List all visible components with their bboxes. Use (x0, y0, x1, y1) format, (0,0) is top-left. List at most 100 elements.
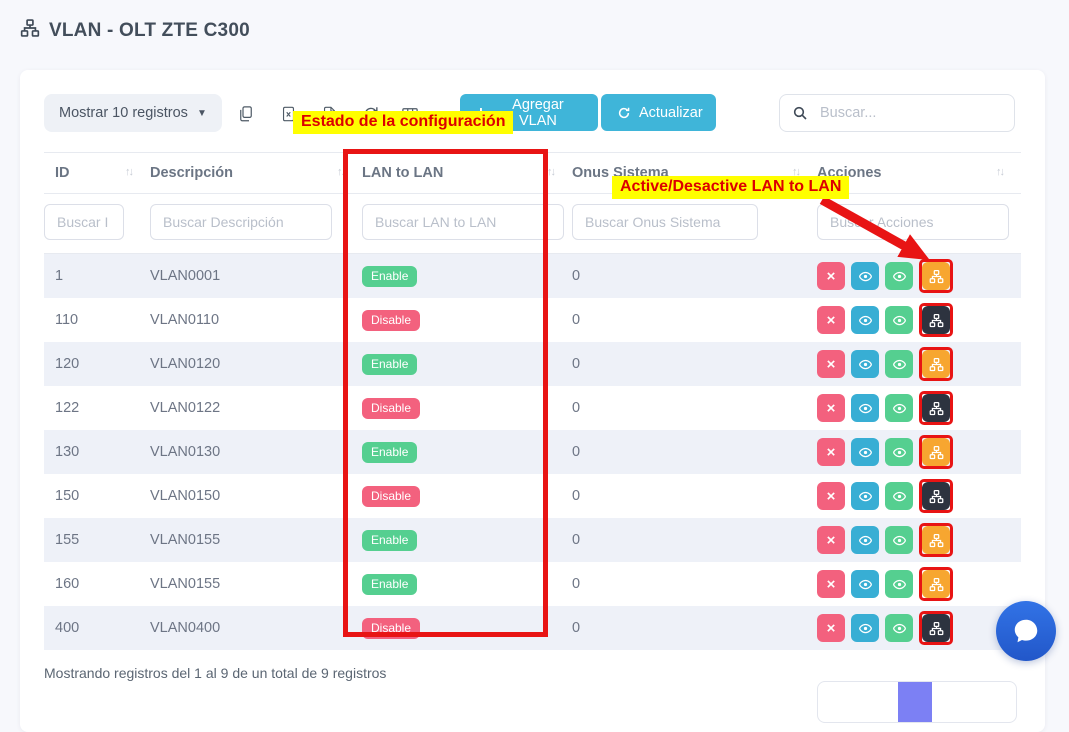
view-onus-button[interactable] (885, 438, 913, 466)
annotation-toggle-lan: Active/Desactive LAN to LAN (612, 176, 849, 199)
eye-icon (892, 313, 907, 328)
sitemap-icon (929, 577, 944, 592)
cell-acciones: × (817, 342, 1021, 386)
lan-toggle-button[interactable] (922, 394, 950, 422)
delete-button[interactable]: × (817, 394, 845, 422)
status-badge: Enable (362, 442, 417, 463)
delete-button[interactable]: × (817, 526, 845, 554)
lan-toggle-button[interactable] (922, 614, 950, 642)
delete-button[interactable]: × (817, 262, 845, 290)
view-button[interactable] (851, 526, 879, 554)
view-button[interactable] (851, 306, 879, 334)
cell-acciones: × (817, 298, 1021, 342)
filter-acciones-input[interactable] (817, 204, 1009, 240)
cell-descripcion: VLAN0150 (150, 474, 362, 518)
view-onus-button[interactable] (885, 482, 913, 510)
sort-icon[interactable]: ↑↓ (337, 166, 344, 178)
lan-toggle-button[interactable] (922, 482, 950, 510)
col-header-lan-to-lan[interactable]: LAN to LAN↑↓ (362, 153, 572, 194)
delete-button[interactable]: × (817, 438, 845, 466)
cell-descripcion: VLAN0001 (150, 254, 362, 299)
cell-lan-to-lan: Enable (362, 562, 572, 606)
delete-button[interactable]: × (817, 614, 845, 642)
copy-icon[interactable] (235, 103, 257, 125)
view-onus-button[interactable] (885, 570, 913, 598)
status-badge: Enable (362, 266, 417, 287)
lan-toggle-button[interactable] (922, 570, 950, 598)
view-onus-button[interactable] (885, 350, 913, 378)
filter-descripcion-input[interactable] (150, 204, 332, 240)
filter-id-input[interactable] (44, 204, 124, 240)
sitemap-icon (929, 533, 944, 548)
lan-toggle-button[interactable] (922, 526, 950, 554)
view-button[interactable] (851, 262, 879, 290)
view-button[interactable] (851, 438, 879, 466)
eye-icon (858, 445, 873, 460)
cell-onus-sistema: 0 (572, 342, 817, 386)
lan-toggle-button[interactable] (922, 306, 950, 334)
cell-id: 400 (44, 606, 150, 650)
view-onus-button[interactable] (885, 526, 913, 554)
view-button[interactable] (851, 570, 879, 598)
view-button[interactable] (851, 394, 879, 422)
delete-x-icon: × (827, 488, 836, 505)
pagination[interactable] (817, 681, 1017, 723)
view-onus-button[interactable] (885, 306, 913, 334)
col-header-id[interactable]: ID↑↓ (44, 153, 150, 194)
eye-icon (892, 269, 907, 284)
view-button[interactable] (851, 614, 879, 642)
eye-icon (892, 577, 907, 592)
cell-acciones: × (817, 562, 1021, 606)
annotation-box-lan-toggle (919, 303, 953, 337)
cell-onus-sistema: 0 (572, 518, 817, 562)
annotation-box-lan-toggle (919, 347, 953, 381)
cell-lan-to-lan: Enable (362, 342, 572, 386)
cell-lan-to-lan: Disable (362, 298, 572, 342)
sort-icon[interactable]: ↑↓ (125, 166, 132, 178)
cell-id: 1 (44, 254, 150, 299)
lan-toggle-button[interactable] (922, 262, 950, 290)
cell-lan-to-lan: Enable (362, 430, 572, 474)
caret-down-icon: ▼ (197, 108, 207, 119)
delete-x-icon: × (827, 620, 836, 637)
cell-id: 120 (44, 342, 150, 386)
cell-acciones: × (817, 430, 1021, 474)
view-onus-button[interactable] (885, 394, 913, 422)
lan-toggle-button[interactable] (922, 350, 950, 378)
annotation-box-lan-toggle (919, 567, 953, 601)
view-button[interactable] (851, 350, 879, 378)
eye-icon (858, 577, 873, 592)
vlan-table: ID↑↓ Descripción↑↓ LAN to LAN↑↓ Onus Sis… (44, 152, 1021, 650)
cell-onus-sistema: 0 (572, 606, 817, 650)
view-button[interactable] (851, 482, 879, 510)
col-header-descripcion[interactable]: Descripción↑↓ (150, 153, 362, 194)
cell-descripcion: VLAN0122 (150, 386, 362, 430)
cell-descripcion: VLAN0130 (150, 430, 362, 474)
view-onus-button[interactable] (885, 614, 913, 642)
page-length-select[interactable]: Mostrar 10 registros ▼ (44, 94, 222, 132)
sort-icon[interactable]: ↑↓ (547, 166, 554, 178)
delete-button[interactable]: × (817, 306, 845, 334)
view-onus-button[interactable] (885, 262, 913, 290)
delete-button[interactable]: × (817, 350, 845, 378)
eye-icon (858, 533, 873, 548)
eye-icon (892, 489, 907, 504)
chat-button[interactable] (996, 601, 1056, 661)
filter-lan-to-lan-input[interactable] (362, 204, 564, 240)
content-card: Mostrar 10 registros ▼ (20, 70, 1045, 732)
search-input[interactable] (818, 104, 1009, 122)
filter-onus-sistema-input[interactable] (572, 204, 758, 240)
cell-lan-to-lan: Disable (362, 606, 572, 650)
eye-icon (858, 489, 873, 504)
refresh-table-button[interactable]: Actualizar (601, 94, 716, 131)
sort-icon[interactable]: ↑↓ (996, 166, 1003, 178)
status-badge: Disable (362, 398, 420, 419)
lan-toggle-button[interactable] (922, 438, 950, 466)
page-header: VLAN - OLT ZTE C300 (20, 18, 250, 43)
cell-lan-to-lan: Enable (362, 254, 572, 299)
status-badge: Enable (362, 354, 417, 375)
page-active-button[interactable] (898, 682, 932, 722)
delete-button[interactable]: × (817, 482, 845, 510)
delete-button[interactable]: × (817, 570, 845, 598)
cell-descripcion: VLAN0155 (150, 518, 362, 562)
